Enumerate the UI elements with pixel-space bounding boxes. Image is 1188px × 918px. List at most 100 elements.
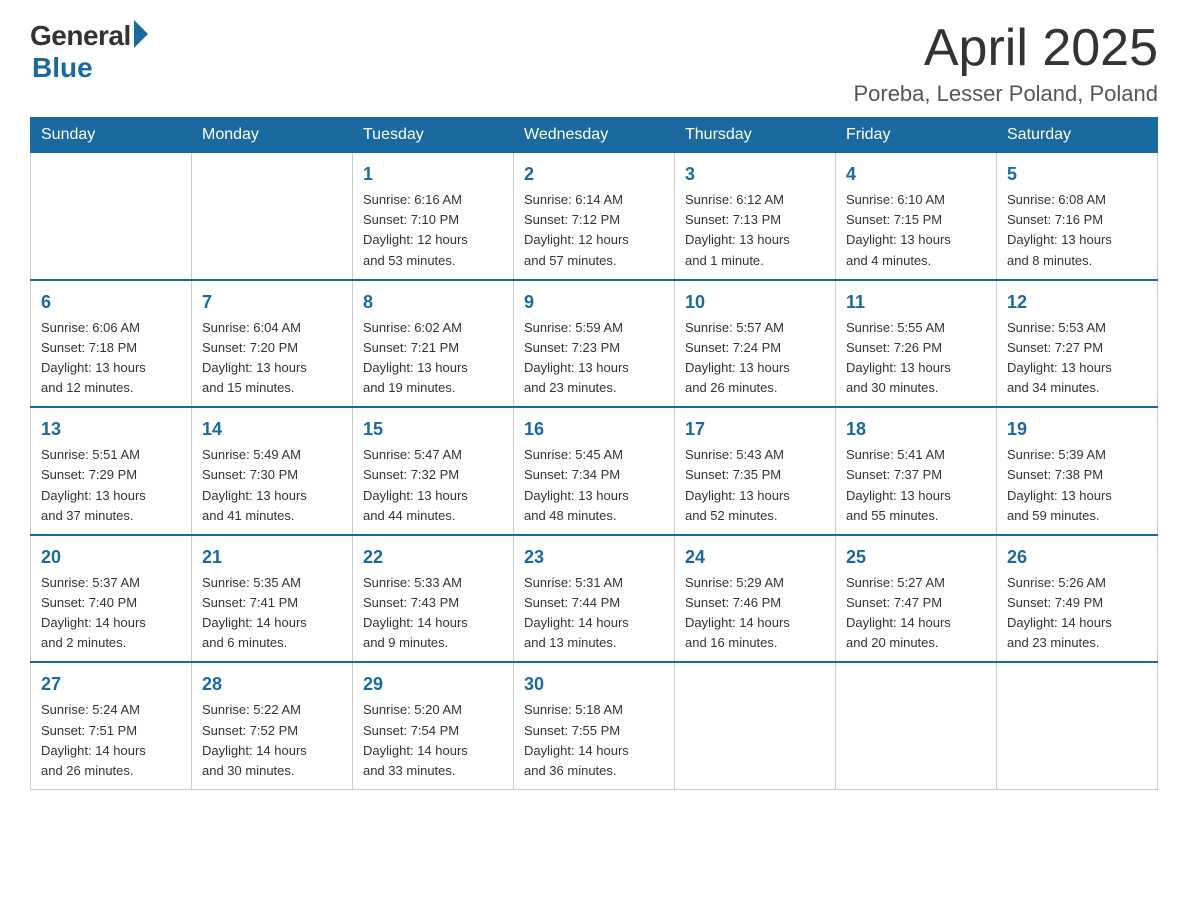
calendar-cell xyxy=(31,153,192,280)
calendar-cell: 10Sunrise: 5:57 AM Sunset: 7:24 PM Dayli… xyxy=(675,280,836,408)
location-subtitle: Poreba, Lesser Poland, Poland xyxy=(853,81,1158,107)
title-section: April 2025 Poreba, Lesser Poland, Poland xyxy=(853,20,1158,107)
calendar-cell: 7Sunrise: 6:04 AM Sunset: 7:20 PM Daylig… xyxy=(192,280,353,408)
weekday-header-saturday: Saturday xyxy=(997,118,1158,153)
day-number: 9 xyxy=(524,289,664,316)
day-number: 22 xyxy=(363,544,503,571)
calendar-cell: 22Sunrise: 5:33 AM Sunset: 7:43 PM Dayli… xyxy=(353,535,514,663)
day-number: 24 xyxy=(685,544,825,571)
calendar-cell: 4Sunrise: 6:10 AM Sunset: 7:15 PM Daylig… xyxy=(836,153,997,280)
day-info: Sunrise: 5:29 AM Sunset: 7:46 PM Dayligh… xyxy=(685,573,825,654)
day-number: 4 xyxy=(846,161,986,188)
calendar-cell: 17Sunrise: 5:43 AM Sunset: 7:35 PM Dayli… xyxy=(675,407,836,535)
weekday-header-wednesday: Wednesday xyxy=(514,118,675,153)
day-info: Sunrise: 5:18 AM Sunset: 7:55 PM Dayligh… xyxy=(524,700,664,781)
weekday-header-tuesday: Tuesday xyxy=(353,118,514,153)
calendar-cell: 28Sunrise: 5:22 AM Sunset: 7:52 PM Dayli… xyxy=(192,662,353,789)
calendar-cell: 29Sunrise: 5:20 AM Sunset: 7:54 PM Dayli… xyxy=(353,662,514,789)
day-number: 2 xyxy=(524,161,664,188)
calendar-cell: 1Sunrise: 6:16 AM Sunset: 7:10 PM Daylig… xyxy=(353,153,514,280)
calendar-cell: 20Sunrise: 5:37 AM Sunset: 7:40 PM Dayli… xyxy=(31,535,192,663)
day-number: 29 xyxy=(363,671,503,698)
calendar-cell xyxy=(675,662,836,789)
month-year-title: April 2025 xyxy=(853,20,1158,77)
calendar-cell: 14Sunrise: 5:49 AM Sunset: 7:30 PM Dayli… xyxy=(192,407,353,535)
day-number: 25 xyxy=(846,544,986,571)
day-info: Sunrise: 5:59 AM Sunset: 7:23 PM Dayligh… xyxy=(524,318,664,399)
day-info: Sunrise: 5:22 AM Sunset: 7:52 PM Dayligh… xyxy=(202,700,342,781)
day-number: 23 xyxy=(524,544,664,571)
calendar-cell: 21Sunrise: 5:35 AM Sunset: 7:41 PM Dayli… xyxy=(192,535,353,663)
calendar-cell xyxy=(997,662,1158,789)
day-info: Sunrise: 5:37 AM Sunset: 7:40 PM Dayligh… xyxy=(41,573,181,654)
week-row-5: 27Sunrise: 5:24 AM Sunset: 7:51 PM Dayli… xyxy=(31,662,1158,789)
calendar-cell: 2Sunrise: 6:14 AM Sunset: 7:12 PM Daylig… xyxy=(514,153,675,280)
day-number: 11 xyxy=(846,289,986,316)
day-number: 6 xyxy=(41,289,181,316)
weekday-header-monday: Monday xyxy=(192,118,353,153)
calendar-cell: 8Sunrise: 6:02 AM Sunset: 7:21 PM Daylig… xyxy=(353,280,514,408)
day-info: Sunrise: 5:20 AM Sunset: 7:54 PM Dayligh… xyxy=(363,700,503,781)
day-info: Sunrise: 5:24 AM Sunset: 7:51 PM Dayligh… xyxy=(41,700,181,781)
day-info: Sunrise: 6:14 AM Sunset: 7:12 PM Dayligh… xyxy=(524,190,664,271)
day-info: Sunrise: 5:51 AM Sunset: 7:29 PM Dayligh… xyxy=(41,445,181,526)
calendar-cell: 12Sunrise: 5:53 AM Sunset: 7:27 PM Dayli… xyxy=(997,280,1158,408)
day-number: 10 xyxy=(685,289,825,316)
weekday-header-row: SundayMondayTuesdayWednesdayThursdayFrid… xyxy=(31,118,1158,153)
calendar-cell: 24Sunrise: 5:29 AM Sunset: 7:46 PM Dayli… xyxy=(675,535,836,663)
day-info: Sunrise: 6:12 AM Sunset: 7:13 PM Dayligh… xyxy=(685,190,825,271)
day-info: Sunrise: 5:47 AM Sunset: 7:32 PM Dayligh… xyxy=(363,445,503,526)
day-info: Sunrise: 6:06 AM Sunset: 7:18 PM Dayligh… xyxy=(41,318,181,399)
day-number: 14 xyxy=(202,416,342,443)
calendar-cell: 5Sunrise: 6:08 AM Sunset: 7:16 PM Daylig… xyxy=(997,153,1158,280)
calendar-cell: 18Sunrise: 5:41 AM Sunset: 7:37 PM Dayli… xyxy=(836,407,997,535)
day-info: Sunrise: 6:16 AM Sunset: 7:10 PM Dayligh… xyxy=(363,190,503,271)
day-number: 20 xyxy=(41,544,181,571)
calendar-cell xyxy=(836,662,997,789)
day-number: 13 xyxy=(41,416,181,443)
day-info: Sunrise: 5:49 AM Sunset: 7:30 PM Dayligh… xyxy=(202,445,342,526)
calendar-cell: 15Sunrise: 5:47 AM Sunset: 7:32 PM Dayli… xyxy=(353,407,514,535)
calendar-cell: 27Sunrise: 5:24 AM Sunset: 7:51 PM Dayli… xyxy=(31,662,192,789)
day-info: Sunrise: 5:41 AM Sunset: 7:37 PM Dayligh… xyxy=(846,445,986,526)
day-number: 18 xyxy=(846,416,986,443)
day-info: Sunrise: 6:02 AM Sunset: 7:21 PM Dayligh… xyxy=(363,318,503,399)
calendar-cell: 26Sunrise: 5:26 AM Sunset: 7:49 PM Dayli… xyxy=(997,535,1158,663)
calendar-cell: 6Sunrise: 6:06 AM Sunset: 7:18 PM Daylig… xyxy=(31,280,192,408)
day-number: 28 xyxy=(202,671,342,698)
day-number: 26 xyxy=(1007,544,1147,571)
day-number: 3 xyxy=(685,161,825,188)
weekday-header-sunday: Sunday xyxy=(31,118,192,153)
day-number: 16 xyxy=(524,416,664,443)
day-info: Sunrise: 5:26 AM Sunset: 7:49 PM Dayligh… xyxy=(1007,573,1147,654)
calendar-cell: 9Sunrise: 5:59 AM Sunset: 7:23 PM Daylig… xyxy=(514,280,675,408)
weekday-header-thursday: Thursday xyxy=(675,118,836,153)
logo-general-text: General xyxy=(30,20,131,52)
day-info: Sunrise: 5:35 AM Sunset: 7:41 PM Dayligh… xyxy=(202,573,342,654)
day-number: 12 xyxy=(1007,289,1147,316)
day-info: Sunrise: 5:43 AM Sunset: 7:35 PM Dayligh… xyxy=(685,445,825,526)
day-number: 7 xyxy=(202,289,342,316)
day-info: Sunrise: 5:45 AM Sunset: 7:34 PM Dayligh… xyxy=(524,445,664,526)
calendar-cell: 30Sunrise: 5:18 AM Sunset: 7:55 PM Dayli… xyxy=(514,662,675,789)
page-header: General Blue April 2025 Poreba, Lesser P… xyxy=(30,20,1158,107)
day-number: 5 xyxy=(1007,161,1147,188)
day-number: 27 xyxy=(41,671,181,698)
day-info: Sunrise: 5:57 AM Sunset: 7:24 PM Dayligh… xyxy=(685,318,825,399)
day-info: Sunrise: 6:04 AM Sunset: 7:20 PM Dayligh… xyxy=(202,318,342,399)
calendar-cell: 23Sunrise: 5:31 AM Sunset: 7:44 PM Dayli… xyxy=(514,535,675,663)
day-info: Sunrise: 5:55 AM Sunset: 7:26 PM Dayligh… xyxy=(846,318,986,399)
day-number: 17 xyxy=(685,416,825,443)
day-number: 21 xyxy=(202,544,342,571)
day-info: Sunrise: 5:53 AM Sunset: 7:27 PM Dayligh… xyxy=(1007,318,1147,399)
day-info: Sunrise: 5:33 AM Sunset: 7:43 PM Dayligh… xyxy=(363,573,503,654)
day-number: 19 xyxy=(1007,416,1147,443)
logo: General Blue xyxy=(30,20,148,84)
calendar-cell: 3Sunrise: 6:12 AM Sunset: 7:13 PM Daylig… xyxy=(675,153,836,280)
calendar-cell xyxy=(192,153,353,280)
day-number: 15 xyxy=(363,416,503,443)
day-number: 1 xyxy=(363,161,503,188)
day-info: Sunrise: 5:31 AM Sunset: 7:44 PM Dayligh… xyxy=(524,573,664,654)
calendar-cell: 19Sunrise: 5:39 AM Sunset: 7:38 PM Dayli… xyxy=(997,407,1158,535)
day-number: 30 xyxy=(524,671,664,698)
